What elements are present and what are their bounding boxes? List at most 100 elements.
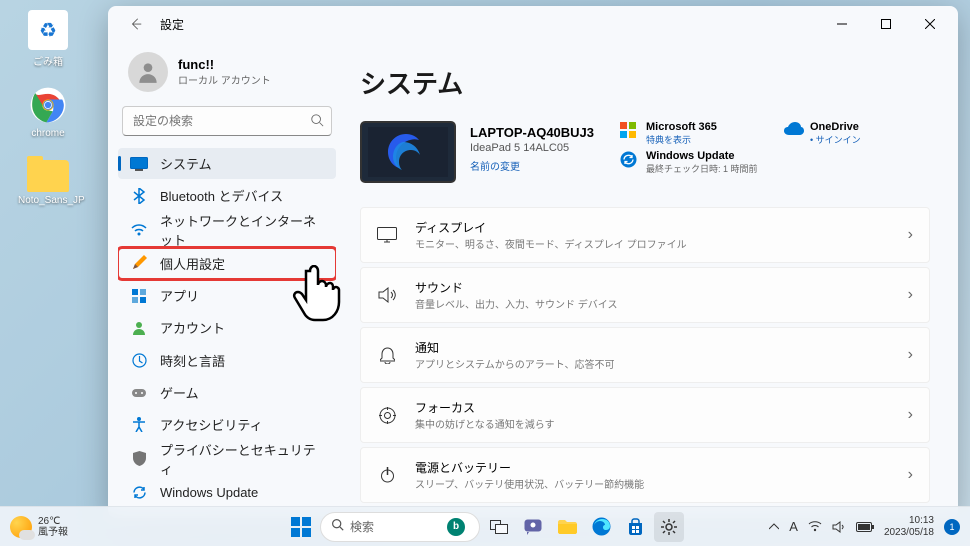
card-title: ディスプレイ <box>415 219 890 236</box>
chevron-right-icon: › <box>908 406 913 424</box>
card-display[interactable]: ディスプレイモニター、明るさ、夜間モード、ディスプレイ プロファイル › <box>360 207 930 263</box>
tile-windows-update[interactable]: Windows Update 最終チェック日時: 1 時間前 <box>620 150 900 175</box>
tile-sub[interactable]: 特典を表示 <box>646 133 717 146</box>
desktop-icon-folder[interactable]: Noto_Sans_JP <box>18 160 78 206</box>
search-field[interactable] <box>122 106 332 136</box>
device-rename-link[interactable]: 名前の変更 <box>470 158 594 173</box>
m365-icon <box>620 122 638 140</box>
nav-item-gaming[interactable]: ゲーム <box>118 377 336 408</box>
account-name: func!! <box>178 57 271 72</box>
taskbar-explorer[interactable] <box>552 512 582 542</box>
wifi-icon <box>130 221 148 239</box>
card-sub: 音量レベル、出力、入力、サウンド デバイス <box>415 296 890 311</box>
start-button[interactable] <box>286 512 316 542</box>
desktop-icon-label: Noto_Sans_JP <box>18 195 78 206</box>
nav-item-windows-update[interactable]: Windows Update <box>118 477 336 508</box>
back-button[interactable] <box>120 8 152 40</box>
card-focus[interactable]: フォーカス集中の妨げとなる通知を減らす › <box>360 387 930 443</box>
sidebar: func!! ローカル アカウント システム Bluetooth とデバイス <box>108 42 346 518</box>
nav-label: Bluetooth とデバイス <box>160 186 283 205</box>
card-title: フォーカス <box>415 399 890 416</box>
search-icon <box>310 113 324 132</box>
tile-sub: 最終チェック日時: 1 時間前 <box>646 162 758 175</box>
tile-title: Windows Update <box>646 150 758 162</box>
desktop-icon-chrome[interactable]: chrome <box>18 85 78 139</box>
card-sound[interactable]: サウンド音量レベル、出力、入力、サウンド デバイス › <box>360 267 930 323</box>
task-view-button[interactable] <box>484 512 514 542</box>
tile-microsoft365[interactable]: Microsoft 365 特典を表示 <box>620 121 760 146</box>
nav-item-privacy[interactable]: プライバシーとセキュリティ <box>118 442 336 476</box>
gamepad-icon <box>130 384 148 402</box>
nav-item-accounts[interactable]: アカウント <box>118 312 336 343</box>
chevron-right-icon: › <box>908 286 913 304</box>
chevron-right-icon: › <box>908 466 913 484</box>
focus-icon <box>377 405 397 425</box>
search-icon <box>331 518 344 536</box>
taskbar-chat[interactable] <box>518 512 548 542</box>
globe-clock-icon <box>130 351 148 369</box>
nav-label: アクセシビリティ <box>160 415 263 434</box>
nav-label: 時刻と言語 <box>160 351 225 370</box>
nav-item-accessibility[interactable]: アクセシビリティ <box>118 409 336 440</box>
account-block[interactable]: func!! ローカル アカウント <box>118 46 336 106</box>
close-button[interactable] <box>908 8 952 40</box>
desktop-icon-label: ごみ箱 <box>18 53 78 68</box>
window-title: 設定 <box>160 16 184 33</box>
tile-onedrive[interactable]: OneDrive • サインイン <box>784 121 924 146</box>
weather-icon <box>10 516 32 538</box>
device-block: LAPTOP-AQ40BUJ3 IdeaPad 5 14ALC05 名前の変更 <box>360 121 608 183</box>
nav-label: 個人用設定 <box>160 254 225 273</box>
notification-badge[interactable]: 1 <box>944 519 960 535</box>
taskbar-search[interactable]: 検索 b <box>320 512 480 542</box>
windows-update-icon <box>620 151 638 169</box>
settings-window: 設定 func!! ローカル アカウント <box>108 6 958 518</box>
update-icon <box>130 483 148 501</box>
clock-date: 2023/05/18 <box>884 527 934 539</box>
shield-icon <box>130 450 148 468</box>
desktop-icon-recycle-bin[interactable]: ごみ箱 <box>18 10 78 68</box>
device-model: IdeaPad 5 14ALC05 <box>470 142 594 154</box>
device-name: LAPTOP-AQ40BUJ3 <box>470 125 594 140</box>
nav-list: システム Bluetooth とデバイス ネットワークとインターネット 個人用設… <box>118 148 336 508</box>
card-power[interactable]: 電源とバッテリースリープ、バッテリ使用状況、バッテリー節約機能 › <box>360 447 930 503</box>
taskbar-clock[interactable]: 10:13 2023/05/18 <box>884 515 934 539</box>
nav-item-apps[interactable]: アプリ <box>118 280 336 311</box>
taskbar-edge[interactable] <box>586 512 616 542</box>
tray-volume-icon[interactable] <box>832 521 846 533</box>
chrome-icon <box>28 85 68 125</box>
nav-label: アカウント <box>160 318 225 337</box>
nav-item-network[interactable]: ネットワークとインターネット <box>118 213 336 247</box>
nav-item-bluetooth[interactable]: Bluetooth とデバイス <box>118 180 336 211</box>
taskbar-store[interactable] <box>620 512 650 542</box>
tray-battery-icon[interactable] <box>856 522 874 532</box>
card-title: サウンド <box>415 279 890 296</box>
desktop-icon-label: chrome <box>18 128 78 139</box>
maximize-button[interactable] <box>864 8 908 40</box>
paintbrush-icon <box>130 254 148 272</box>
recycle-bin-icon <box>28 10 68 50</box>
weather-desc: 風予報 <box>38 527 68 538</box>
content-area: システム LAPTOP-AQ40BUJ3 IdeaPad 5 14ALC05 名… <box>346 42 958 518</box>
tile-title: Microsoft 365 <box>646 121 717 133</box>
taskbar-weather[interactable]: 26℃ 風予報 <box>10 516 68 538</box>
tray-wifi-icon[interactable] <box>808 521 822 532</box>
taskbar-settings[interactable] <box>654 512 684 542</box>
nav-label: ネットワークとインターネット <box>160 211 324 249</box>
tray-chevron-up-icon[interactable] <box>769 523 779 530</box>
search-input[interactable] <box>122 106 332 136</box>
chevron-right-icon: › <box>908 346 913 364</box>
nav-item-system[interactable]: システム <box>118 148 336 179</box>
card-notifications[interactable]: 通知アプリとシステムからのアラート、応答不可 › <box>360 327 930 383</box>
nav-label: Windows Update <box>160 485 258 500</box>
ime-indicator[interactable]: A <box>789 519 798 534</box>
minimize-button[interactable] <box>820 8 864 40</box>
tile-sub[interactable]: • サインイン <box>810 133 861 146</box>
nav-label: システム <box>160 154 212 173</box>
nav-item-personalization[interactable]: 個人用設定 <box>118 248 336 279</box>
apps-icon <box>130 287 148 305</box>
device-thumbnail[interactable] <box>360 121 456 183</box>
card-title: 電源とバッテリー <box>415 459 890 476</box>
tile-title: OneDrive <box>810 121 861 133</box>
bluetooth-icon <box>130 187 148 205</box>
nav-item-time-language[interactable]: 時刻と言語 <box>118 345 336 376</box>
